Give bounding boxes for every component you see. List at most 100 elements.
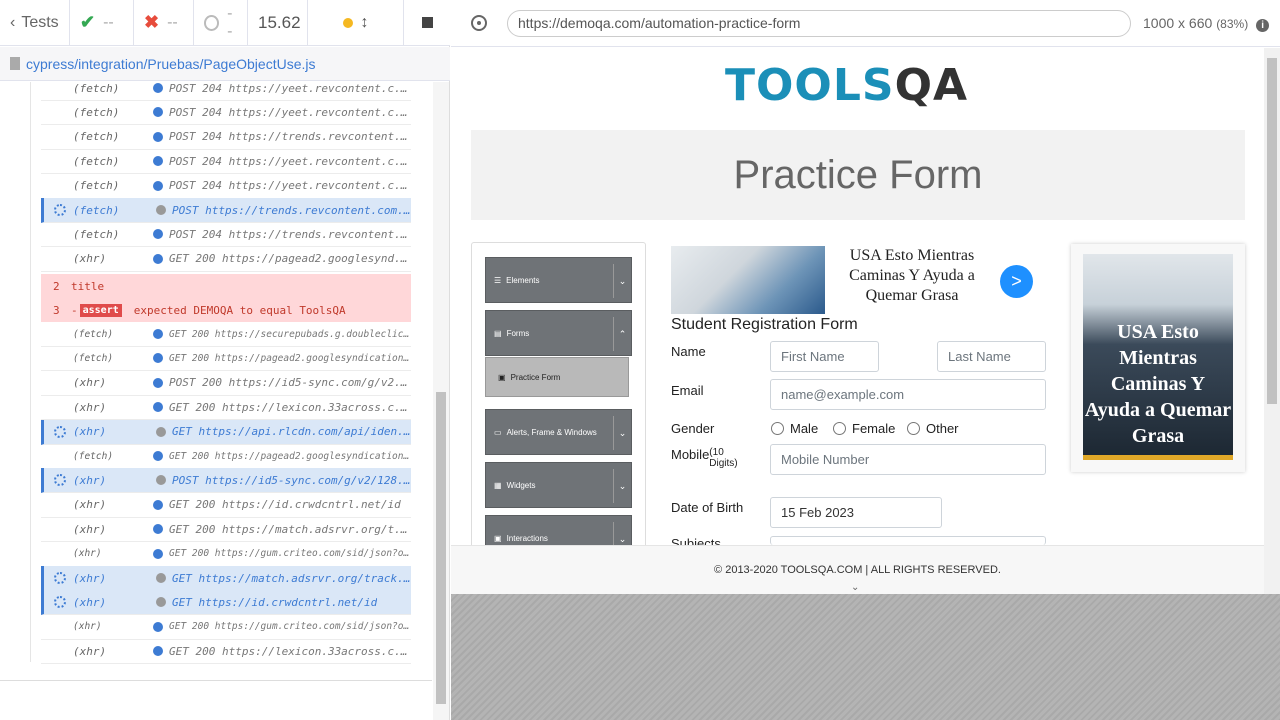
command-row[interactable]: (fetch) POST 204 https://trends.revconten… — [41, 125, 411, 150]
command-row[interactable]: (fetch) POST 204 https://trends.revconten… — [41, 222, 411, 248]
sidebar-item-practice-form[interactable]: ▣ Practice Form — [485, 357, 629, 397]
info-icon[interactable]: i — [1256, 18, 1270, 32]
last-name-input[interactable]: Last Name — [937, 341, 1046, 372]
command-type: (fetch) — [73, 82, 120, 95]
grid-icon: ▦ — [494, 480, 502, 490]
command-message: GET 200 https://pagead2.googlesynd... — [169, 252, 411, 266]
command-row[interactable]: (fetch) POST 204 https://yeet.revcontent.… — [41, 149, 411, 175]
status-dot-icon — [153, 402, 163, 413]
command-row[interactable]: (fetch) POST 204 https://yeet.revcontent.… — [41, 82, 411, 101]
aut-iframe: TOOLSQA Practice Form ☰ Elements ⌄ ▤ Forms ⌃… — [451, 48, 1280, 594]
error-row-num: 2 — [53, 279, 60, 293]
command-log-scrollbar[interactable] — [433, 82, 449, 720]
first-name-input[interactable]: First Name — [770, 341, 879, 372]
command-row[interactable]: (xhr) GET 200 https://lexicon.33across.c.… — [41, 395, 411, 421]
sidebar-group-widgets[interactable]: ▦ Widgets ⌄ — [485, 462, 632, 508]
radio-label: Female — [852, 421, 896, 436]
document-icon: ▣ — [498, 372, 506, 382]
aut-stage: TOOLSQA Practice Form ☰ Elements ⌄ ▤ Forms ⌃… — [451, 48, 1280, 720]
command-row[interactable]: (fetch) POST 204 https://yeet.revcontent.… — [41, 174, 411, 199]
command-type: (fetch) — [73, 154, 120, 168]
url-bar[interactable]: https://demoqa.com/automation-practice-f… — [507, 9, 1131, 37]
pending-count: -- — [194, 0, 248, 46]
command-type: (xhr) — [73, 621, 102, 633]
aut-scrollbar[interactable] — [1264, 48, 1280, 594]
ad-arrow-button[interactable]: > — [1000, 265, 1033, 298]
command-type: (fetch) — [73, 179, 120, 193]
chevron-down-icon[interactable]: ⌄ — [851, 582, 859, 593]
command-row[interactable]: (fetch) GET 200 https://pagead2.googlesyn… — [41, 346, 411, 372]
subjects-input[interactable] — [770, 536, 1046, 545]
logo-qa: QA — [894, 60, 969, 111]
sidebar-group-elements[interactable]: ☰ Elements ⌄ — [485, 257, 632, 303]
command-row[interactable]: (xhr) POST 200 https://id5-sync.com/g/v2.… — [41, 371, 411, 396]
sidebar-label: Interactions — [506, 533, 548, 543]
selector-playground-button[interactable] — [451, 15, 507, 31]
dob-input[interactable]: 15 Feb 2023 — [770, 497, 942, 528]
sidebar-label: Practice Form — [510, 372, 561, 382]
command-message: GET https://match.adsrvr.org/track... — [172, 571, 411, 585]
command-row[interactable]: (fetch) GET 200 https://securepubads.g.do… — [41, 322, 411, 347]
error-row-prefix: - — [71, 303, 78, 317]
status-dot-icon — [153, 499, 163, 510]
form-title: Student Registration Form — [671, 316, 858, 333]
scrollbar-thumb[interactable] — [436, 392, 446, 704]
subjects-label: Subjects — [671, 536, 721, 545]
spec-path-link[interactable]: cypress/integration/Pruebas/PageObjectUs… — [26, 56, 315, 72]
gender-male-radio[interactable]: Male — [771, 421, 818, 436]
list-icon: ☰ — [494, 275, 502, 285]
command-message: GET https://api.rlcdn.com/api/iden... — [172, 425, 411, 439]
ad-banner-top[interactable]: USA Esto Mientras Caminas Y Ayuda a Quem… — [671, 246, 1043, 316]
error-row-title[interactable]: 2 title — [41, 274, 411, 298]
command-message: POST 200 https://id5-sync.com/g/v2... — [169, 376, 411, 390]
scrollbar-thumb[interactable] — [1267, 58, 1277, 404]
command-row[interactable]: (xhr) POST https://id5-sync.com/g/v2/128.… — [41, 468, 411, 494]
command-row[interactable]: (xhr) GET 200 https://lexicon.33across.c.… — [41, 639, 411, 665]
auto-scroll-toggle[interactable]: ↕ — [308, 0, 404, 46]
command-row[interactable]: (xhr) GET 200 https://pagead2.googlesynd.… — [41, 247, 411, 272]
ad-banner-side[interactable]: USA Esto Mientras Caminas Y Ayuda a Quem… — [1071, 244, 1245, 472]
status-dot-icon — [153, 353, 163, 364]
command-message: GET 200 https://gum.criteo.com/sid/json?… — [169, 621, 411, 633]
command-row[interactable]: (fetch) POST https://trends.revcontent.co… — [41, 198, 411, 223]
command-message: GET 200 https://gum.criteo.com/sid/json?… — [169, 548, 411, 560]
gender-female-radio[interactable]: Female — [833, 421, 895, 436]
circle-icon — [204, 14, 220, 31]
command-message: POST 204 https://trends.revcontent... — [169, 227, 411, 241]
crosshair-icon — [471, 15, 487, 31]
spinner-icon — [54, 572, 66, 584]
x-icon: ✖ — [144, 12, 160, 32]
email-input[interactable]: name@example.com — [770, 379, 1046, 410]
sidebar-group-forms[interactable]: ▤ Forms ⌃ — [485, 310, 632, 356]
status-dot-icon — [153, 646, 163, 657]
command-row[interactable]: (xhr) GET 200 https://gum.criteo.com/sid/… — [41, 615, 411, 640]
command-row[interactable]: (xhr) GET https://id.crwdcntrl.net/id — [41, 590, 411, 616]
command-type: (xhr) — [73, 400, 107, 414]
sidebar-group-alerts[interactable]: ▭ Alerts, Frame & Windows ⌄ — [485, 409, 632, 455]
ad-text: USA Esto Mientras Caminas Y Ayuda a Quem… — [1084, 321, 1232, 447]
check-icon: ✔ — [80, 12, 96, 32]
email-label: Email — [671, 383, 704, 398]
mobile-input[interactable]: Mobile Number — [770, 444, 1046, 475]
error-row-assert[interactable]: 3 - assert expected DEMOQA to equal Tool… — [41, 298, 411, 322]
command-message: POST https://id5-sync.com/g/v2/128... — [172, 473, 411, 487]
toolsqa-logo[interactable]: TOOLSQA — [725, 60, 968, 111]
command-row[interactable]: (xhr) GET https://match.adsrvr.org/track.… — [41, 566, 411, 591]
command-message: POST 204 https://yeet.revcontent.c... — [169, 105, 411, 119]
command-row[interactable]: (xhr) GET 200 https://match.adsrvr.org/t.… — [41, 517, 411, 543]
command-row[interactable]: (xhr) GET 200 https://gum.criteo.com/sid/… — [41, 542, 411, 567]
radio-label: Other — [926, 421, 959, 436]
command-type: (xhr) — [73, 644, 107, 658]
tests-button[interactable]: ‹ Tests — [0, 0, 70, 46]
chevron-left-icon: ‹ — [10, 13, 16, 31]
command-row[interactable]: (fetch) GET 200 https://pagead2.googlesyn… — [41, 444, 411, 469]
command-type: (fetch) — [73, 352, 114, 364]
guide-line — [30, 82, 31, 662]
stop-button[interactable] — [404, 0, 450, 46]
command-row[interactable]: (xhr) GET 200 https://id.crwdcntrl.net/id — [41, 493, 411, 518]
gender-other-radio[interactable]: Other — [907, 421, 959, 436]
command-row[interactable]: (fetch) POST 204 https://yeet.revcontent.… — [41, 100, 411, 126]
command-row[interactable]: (xhr) GET https://api.rlcdn.com/api/iden.… — [41, 419, 411, 445]
interactions-icon: ▣ — [494, 533, 502, 543]
command-message: GET 200 https://pagead2.googlesyndicatio… — [169, 352, 411, 364]
